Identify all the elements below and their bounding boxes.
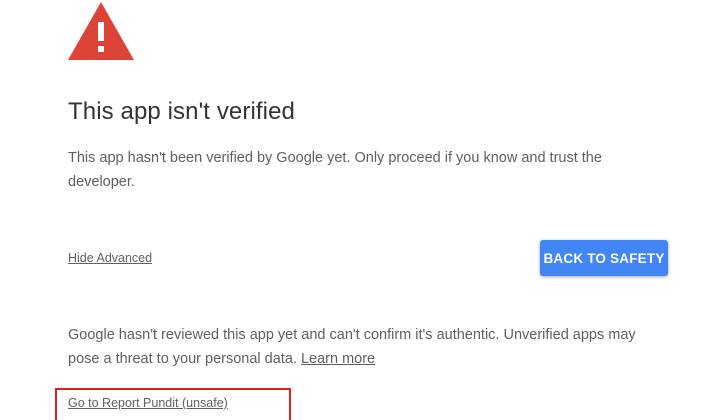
warning-triangle-icon xyxy=(68,2,134,60)
learn-more-link[interactable]: Learn more xyxy=(301,351,375,367)
advanced-details-text: Google hasn't reviewed this app yet and … xyxy=(68,323,668,371)
warning-description: This app hasn't been verified by Google … xyxy=(68,150,602,190)
unverified-app-warning-page: This app isn't verified This app hasn't … xyxy=(0,0,713,420)
page-title: This app isn't verified xyxy=(68,98,295,125)
proceed-unsafe-link[interactable]: Go to Report Pundit (unsafe) xyxy=(68,396,228,410)
hide-advanced-link[interactable]: Hide Advanced xyxy=(68,251,152,265)
back-to-safety-button[interactable]: BACK TO SAFETY xyxy=(540,240,668,276)
